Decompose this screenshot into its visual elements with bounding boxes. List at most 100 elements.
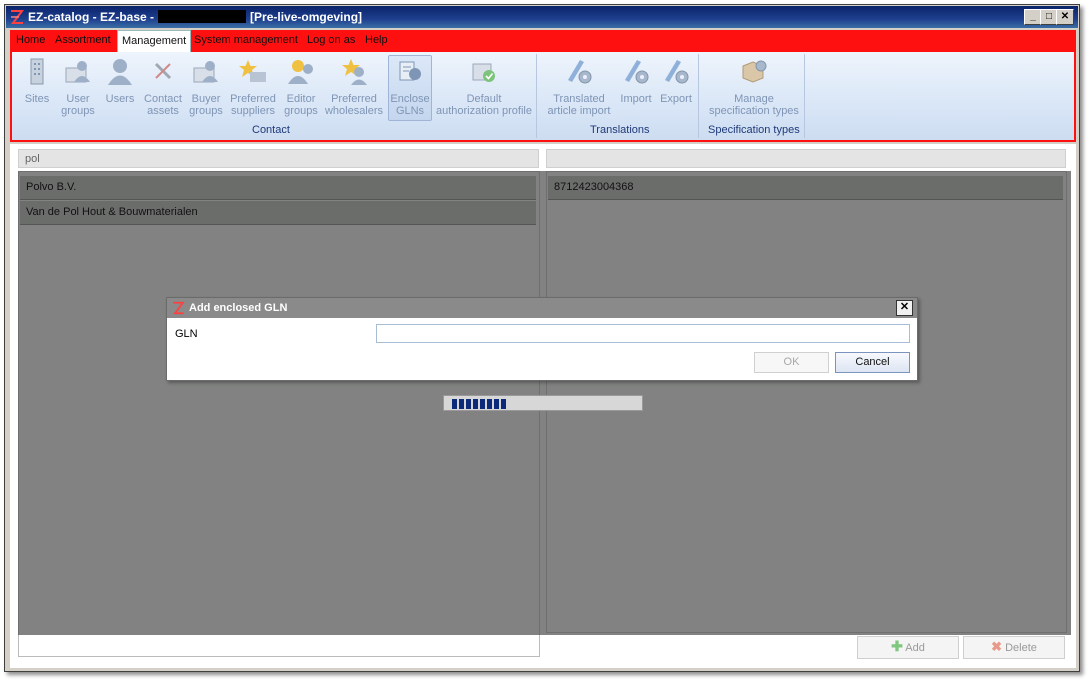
maximize-icon: □ <box>1045 11 1053 22</box>
preferred-suppliers-button[interactable]: Preferred suppliers <box>228 56 278 117</box>
add-label: Add <box>905 642 925 654</box>
manage-spec-label-1: Manage <box>734 93 774 105</box>
tab-assortment[interactable]: Assortment <box>55 34 111 46</box>
window-title: EZ-catalog - EZ-base - [Pre-live-omgeving… <box>28 10 362 24</box>
progress-block <box>494 399 499 409</box>
delete-button[interactable]: ✖ Delete <box>963 636 1065 659</box>
close-window-button[interactable]: ✕ <box>1056 9 1074 25</box>
dialog-close-button[interactable]: ✕ <box>896 300 913 316</box>
tab-system-management[interactable]: System management <box>194 34 298 46</box>
add-enclosed-gln-dialog: Add enclosed GLN ✕ GLN OK Cancel <box>166 297 918 381</box>
preferred-wholesalers-label-2: wholesalers <box>324 105 384 117</box>
ribbon-separator <box>536 54 537 138</box>
editor-groups-label-2: groups <box>284 105 318 117</box>
user-groups-label-1: User <box>66 93 90 105</box>
user-groups-button[interactable]: User groups <box>58 56 98 117</box>
users-folder-icon <box>65 61 90 83</box>
close-icon: ✕ <box>899 301 910 313</box>
close-icon: ✕ <box>1060 11 1070 22</box>
loading-progress-bar <box>443 395 643 411</box>
cancel-button[interactable]: Cancel <box>835 352 910 373</box>
users-label: Users <box>105 93 135 105</box>
manage-specification-types-button[interactable]: Manage specification types <box>706 56 802 117</box>
sites-label: Sites <box>24 93 50 105</box>
translated-article-import-button[interactable]: Translated article import <box>544 56 614 117</box>
editor-groups-label-1: Editor <box>286 93 316 105</box>
progress-block <box>480 399 485 409</box>
user-groups-label-2: groups <box>61 105 95 117</box>
preferred-wholesalers-button[interactable]: Preferred wholesalers <box>324 56 384 117</box>
ez-logo-icon <box>173 301 185 315</box>
preferred-suppliers-label-1: Preferred <box>230 93 276 105</box>
dialog-title: Add enclosed GLN <box>189 302 288 314</box>
tab-management[interactable]: Management <box>117 30 192 52</box>
buyer-groups-label-2: groups <box>189 105 223 117</box>
import-gear-icon <box>625 60 649 84</box>
progress-block <box>466 399 471 409</box>
title-bar: EZ-catalog - EZ-base - [Pre-live-omgeving… <box>6 6 1078 28</box>
box-gear-icon <box>742 60 767 83</box>
delete-icon: ✖ <box>991 639 1003 654</box>
contact-assets-button[interactable]: Contact assets <box>142 56 184 117</box>
progress-block <box>452 399 457 409</box>
tools-icon <box>154 62 172 80</box>
export-button[interactable]: Export <box>658 56 694 105</box>
progress-block <box>459 399 464 409</box>
redacted-block <box>158 10 247 23</box>
editor-groups-button[interactable]: Editor groups <box>282 56 320 117</box>
buyer-groups-label-1: Buyer <box>191 93 221 105</box>
ribbon-separator <box>804 54 805 138</box>
window-title-prefix: EZ-catalog - EZ-base - <box>28 10 155 24</box>
gln-icon <box>399 61 421 81</box>
dialog-title-bar: Add enclosed GLN ✕ <box>167 298 917 318</box>
enclose-glns-label-2: GLNs <box>395 105 425 117</box>
building-icon <box>30 58 44 85</box>
contact-assets-label-2: assets <box>147 105 179 117</box>
default-authorization-label-1: Default <box>466 93 502 105</box>
add-button[interactable]: ✚ Add <box>857 636 959 659</box>
ez-logo-icon <box>11 10 24 24</box>
plus-icon: ✚ <box>891 638 903 654</box>
gln-input[interactable] <box>376 324 910 343</box>
export-gear-icon <box>665 60 689 84</box>
preferred-wholesalers-label-1: Preferred <box>331 93 377 105</box>
tab-help[interactable]: Help <box>365 34 388 46</box>
contact-assets-label-1: Contact <box>144 93 182 105</box>
supplier-star-icon <box>239 60 266 82</box>
default-authorization-profile-button[interactable]: Default authorization profile <box>434 56 534 117</box>
tab-home[interactable]: Home <box>16 34 45 46</box>
contact-group-label: Contact <box>252 124 290 136</box>
translated-import-label-2: article import <box>547 105 611 117</box>
sites-button[interactable]: Sites <box>20 56 54 105</box>
export-label: Export <box>660 93 692 105</box>
list-item[interactable]: Polvo B.V. <box>20 176 536 200</box>
users-button[interactable]: Users <box>102 56 138 105</box>
translate-gear-icon <box>568 60 592 84</box>
tab-log-on-as[interactable]: Log on as <box>307 34 355 46</box>
ribbon-panel: Sites User groups Users Contact assets B… <box>10 52 1076 142</box>
specification-group-label: Specification types <box>708 124 800 136</box>
gln-label: GLN <box>175 328 198 340</box>
translated-import-label-1: Translated <box>553 93 605 105</box>
enclose-glns-button[interactable]: Enclose GLNs <box>388 55 432 121</box>
progress-block <box>501 399 506 409</box>
list-item[interactable]: 8712423004368 <box>548 176 1063 200</box>
buyer-groups-button[interactable]: Buyer groups <box>188 56 224 117</box>
wholesaler-star-icon <box>342 59 367 85</box>
import-button[interactable]: Import <box>618 56 654 105</box>
ok-button[interactable]: OK <box>754 352 829 373</box>
minimize-icon: _ <box>1030 11 1036 22</box>
right-filter-input[interactable] <box>546 149 1066 168</box>
editor-group-icon <box>288 60 313 84</box>
preferred-suppliers-label-2: suppliers <box>230 105 276 117</box>
import-label: Import <box>620 93 652 105</box>
translations-group-label: Translations <box>590 124 650 136</box>
enclose-glns-label-1: Enclose <box>390 93 430 105</box>
authorization-icon <box>472 63 495 82</box>
default-authorization-label-2: authorization profile <box>435 105 532 117</box>
list-item[interactable]: Van de Pol Hout & Bouwmaterialen <box>20 201 536 225</box>
buyer-group-icon <box>193 61 218 83</box>
manage-spec-label-2: specification types <box>709 105 799 117</box>
window-title-suffix: [Pre-live-omgeving] <box>250 10 363 24</box>
left-filter-input[interactable]: pol <box>18 149 539 168</box>
